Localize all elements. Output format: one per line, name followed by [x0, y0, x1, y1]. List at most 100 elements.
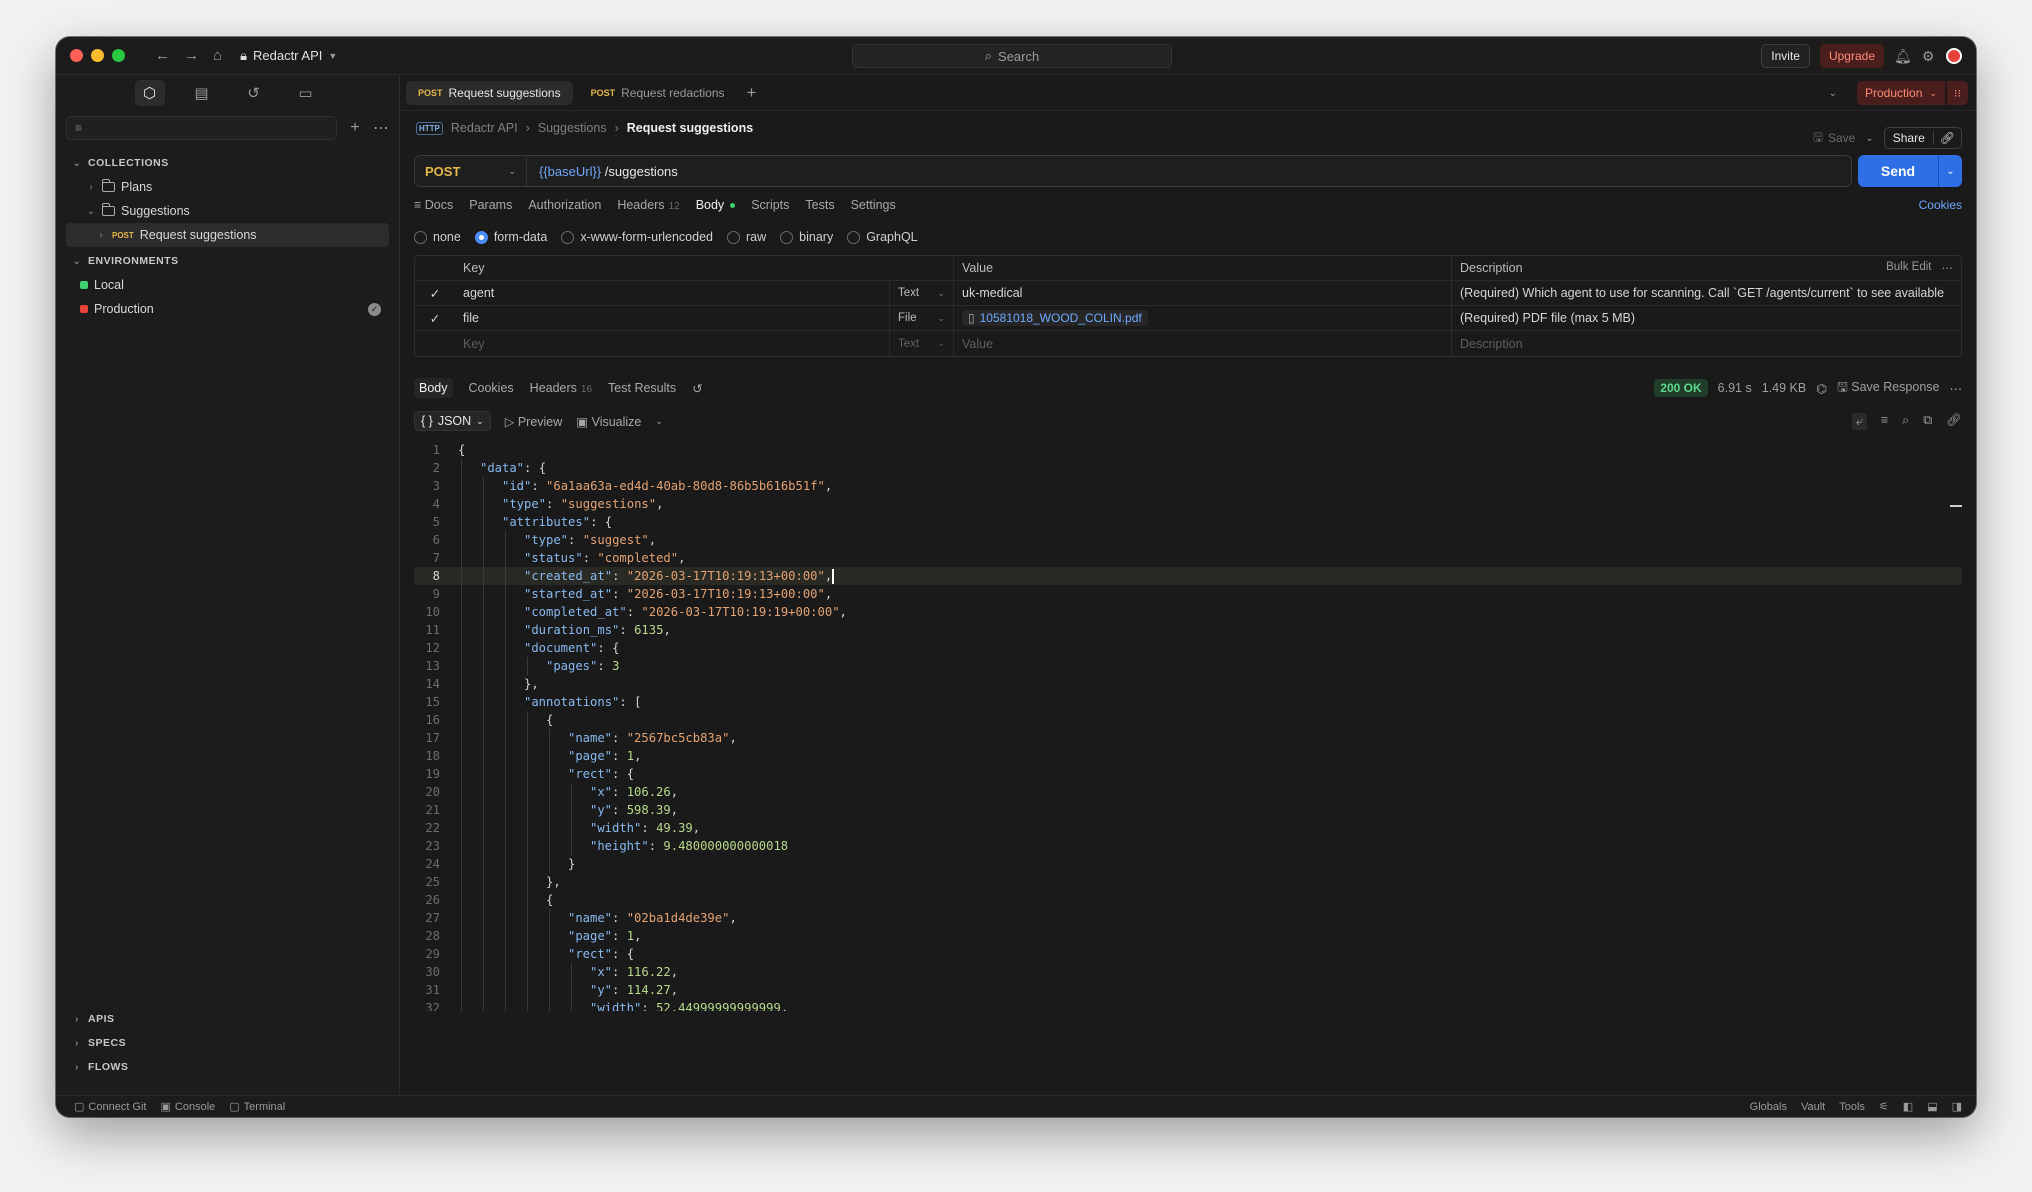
- type-select[interactable]: Text ⌄: [889, 281, 953, 305]
- tab-authorization[interactable]: Authorization: [528, 198, 601, 212]
- response-tab-test-results[interactable]: Test Results: [608, 381, 676, 395]
- share-button[interactable]: Share: [1885, 131, 1933, 145]
- collections-section[interactable]: ⌄ COLLECTIONS: [56, 151, 399, 175]
- code-line[interactable]: 18 "page": 1,: [414, 747, 1962, 765]
- code-line[interactable]: 10 "completed_at": "2026-03-17T10:19:19+0…: [414, 603, 1962, 621]
- link-icon[interactable]: 🔗︎: [1932, 131, 1961, 145]
- back-arrow-icon[interactable]: ←: [155, 47, 170, 64]
- save-response-button[interactable]: 🖫︎ Save Response: [1837, 378, 1939, 399]
- gear-icon[interactable]: ⚙: [1920, 48, 1936, 65]
- specs-section[interactable]: › SPECS: [56, 1031, 399, 1055]
- files-tab[interactable]: ▭: [291, 80, 321, 106]
- response-body-code[interactable]: 1{2 "data": {3 "id": "6a1aa63a-ed4d-40ab-8…: [414, 441, 1962, 1011]
- new-tab-icon[interactable]: +: [747, 83, 757, 103]
- tab-docs[interactable]: ≡ Docs: [414, 198, 453, 212]
- code-line[interactable]: 27 "name": "02ba1d4de39e",: [414, 909, 1962, 927]
- workspace-selector[interactable]: 🔒︎ Redactr API ▼: [240, 48, 337, 64]
- key-cell[interactable]: agent: [455, 281, 889, 305]
- code-line[interactable]: 12 "document": {: [414, 639, 1962, 657]
- search-box[interactable]: ⌕ Search: [852, 44, 1172, 68]
- body-type-urlencoded[interactable]: x-www-form-urlencoded: [561, 230, 713, 244]
- code-line[interactable]: 26 {: [414, 891, 1962, 909]
- sidebar-item-plans[interactable]: › Plans: [56, 175, 399, 199]
- code-line[interactable]: 15 "annotations": [: [414, 693, 1962, 711]
- key-cell[interactable]: file: [455, 306, 889, 330]
- code-line[interactable]: 5 "attributes": {: [414, 513, 1962, 531]
- preview-button[interactable]: ▷ Preview: [505, 414, 563, 429]
- code-line[interactable]: 25},: [414, 873, 1962, 891]
- code-line[interactable]: 24}: [414, 855, 1962, 873]
- code-line[interactable]: 7 "status": "completed",: [414, 549, 1962, 567]
- chevron-down-icon[interactable]: ⌄: [655, 416, 663, 427]
- copy-icon[interactable]: ⧉: [1923, 413, 1932, 430]
- close-window-button[interactable]: [70, 49, 83, 62]
- send-button[interactable]: Send: [1858, 155, 1938, 187]
- tab-request-redactions[interactable]: POST Request redactions: [579, 81, 737, 105]
- code-line[interactable]: 29 "rect": {: [414, 945, 1962, 963]
- url-input[interactable]: {{baseUrl}} /suggestions: [527, 164, 678, 179]
- value-cell[interactable]: uk-medical: [953, 281, 1451, 305]
- console-button[interactable]: ▣ Console: [161, 1100, 216, 1114]
- more-icon[interactable]: ⋯: [1942, 261, 1954, 275]
- send-options-chevron-icon[interactable]: ⌄: [1938, 155, 1962, 187]
- key-placeholder-cell[interactable]: Key: [455, 331, 889, 356]
- code-line[interactable]: 3 "id": "6a1aa63a-ed4d-40ab-80d8-86b5b616…: [414, 477, 1962, 495]
- value-cell[interactable]: ▯ 10581018_WOOD_COLIN.pdf: [953, 306, 1451, 330]
- method-select[interactable]: POST ⌄: [415, 156, 527, 186]
- tab-request-suggestions[interactable]: POST Request suggestions: [406, 80, 573, 105]
- response-tab-cookies[interactable]: Cookies: [469, 381, 514, 395]
- cookies-link[interactable]: Cookies: [1919, 198, 1962, 212]
- tab-headers[interactable]: Headers 12: [617, 198, 679, 212]
- environment-selector[interactable]: Production ⌄: [1857, 81, 1945, 105]
- code-line[interactable]: 31 "y": 114.27,: [414, 981, 1962, 999]
- left-panel-icon[interactable]: ◧: [1903, 1100, 1913, 1113]
- invite-button[interactable]: Invite: [1761, 44, 1810, 68]
- code-line[interactable]: 8 "created_at": "2026-03-17T10:19:13+00:0…: [414, 567, 1962, 585]
- save-button[interactable]: 🖫︎ Save: [1813, 128, 1856, 149]
- connect-git-button[interactable]: ▢ Connect Git: [74, 1100, 147, 1114]
- collections-tab[interactable]: ⬡: [134, 80, 165, 106]
- apis-section[interactable]: › APIS: [56, 1007, 399, 1031]
- row-checkbox[interactable]: ✓: [415, 281, 455, 305]
- body-type-raw[interactable]: raw: [727, 230, 766, 244]
- row-checkbox[interactable]: ✓: [415, 306, 455, 330]
- more-icon[interactable]: ⋯: [1950, 381, 1963, 396]
- link-icon[interactable]: 🔗︎: [1946, 413, 1962, 430]
- minimize-window-button[interactable]: [91, 49, 104, 62]
- code-line[interactable]: 32 "width": 52.44999999999999,: [414, 999, 1962, 1011]
- save-options-chevron-icon[interactable]: ⌄: [1865, 133, 1873, 144]
- right-panel-icon[interactable]: ◨: [1952, 1100, 1962, 1113]
- code-line[interactable]: 4 "type": "suggestions",: [414, 495, 1962, 513]
- sidebar-item-request-suggestions[interactable]: › POST Request suggestions: [66, 223, 389, 247]
- code-line[interactable]: 20 "x": 106.26,: [414, 783, 1962, 801]
- description-cell[interactable]: (Required) Which agent to use for scanni…: [1451, 281, 1961, 305]
- globals-button[interactable]: Globals: [1750, 1100, 1787, 1113]
- code-line[interactable]: 21 "y": 598.39,: [414, 801, 1962, 819]
- status-badge[interactable]: 200 OK: [1654, 379, 1708, 397]
- environment-settings-icon[interactable]: ⁝⁝: [1946, 81, 1968, 105]
- body-type-form-data[interactable]: form-data: [474, 230, 547, 244]
- tab-list-chevron-icon[interactable]: ⌄: [1829, 88, 1837, 99]
- avatar[interactable]: [1946, 48, 1962, 64]
- code-line[interactable]: 11 "duration_ms": 6135,: [414, 621, 1962, 639]
- visualize-button[interactable]: ▣ Visualize: [576, 414, 641, 429]
- format-select[interactable]: { } JSON ⌄: [414, 411, 491, 431]
- code-line[interactable]: 23 "height": 9.480000000000018: [414, 837, 1962, 855]
- code-line[interactable]: 28 "page": 1,: [414, 927, 1962, 945]
- sidebar-item-suggestions[interactable]: ⌄ Suggestions: [56, 199, 399, 223]
- response-tab-headers[interactable]: Headers 16: [530, 381, 592, 395]
- tools-button[interactable]: Tools: [1839, 1100, 1865, 1113]
- file-chip[interactable]: ▯ 10581018_WOOD_COLIN.pdf: [962, 310, 1148, 326]
- response-time[interactable]: 6.91 s: [1718, 381, 1752, 395]
- maximize-window-button[interactable]: [112, 49, 125, 62]
- terminal-button[interactable]: ▢ Terminal: [229, 1100, 285, 1114]
- sliders-icon[interactable]: ⚟: [1879, 1100, 1889, 1113]
- response-tab-body[interactable]: Body: [414, 378, 453, 398]
- wrap-lines-icon[interactable]: ⤶: [1851, 412, 1867, 430]
- body-type-none[interactable]: none: [414, 230, 461, 244]
- value-placeholder-cell[interactable]: Value: [953, 331, 1451, 356]
- tab-scripts[interactable]: Scripts: [751, 198, 789, 212]
- tab-params[interactable]: Params: [469, 198, 512, 212]
- description-placeholder-cell[interactable]: Description: [1451, 331, 1961, 356]
- history-icon[interactable]: ↺: [692, 381, 702, 396]
